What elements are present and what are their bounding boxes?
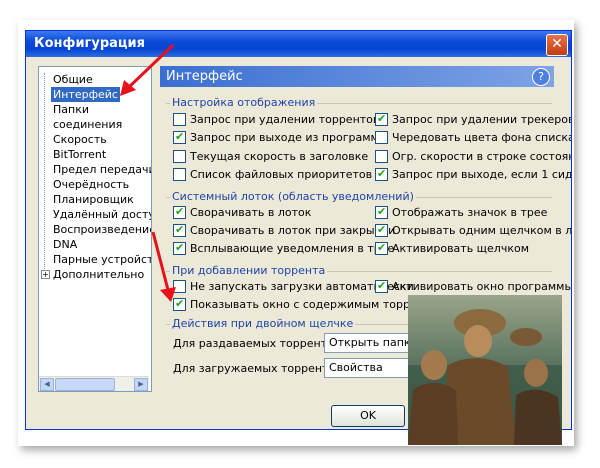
arrow-to-interface-icon xyxy=(120,43,175,96)
arrow-to-checkbox-icon xyxy=(151,231,176,302)
annotation-arrows xyxy=(120,43,176,302)
